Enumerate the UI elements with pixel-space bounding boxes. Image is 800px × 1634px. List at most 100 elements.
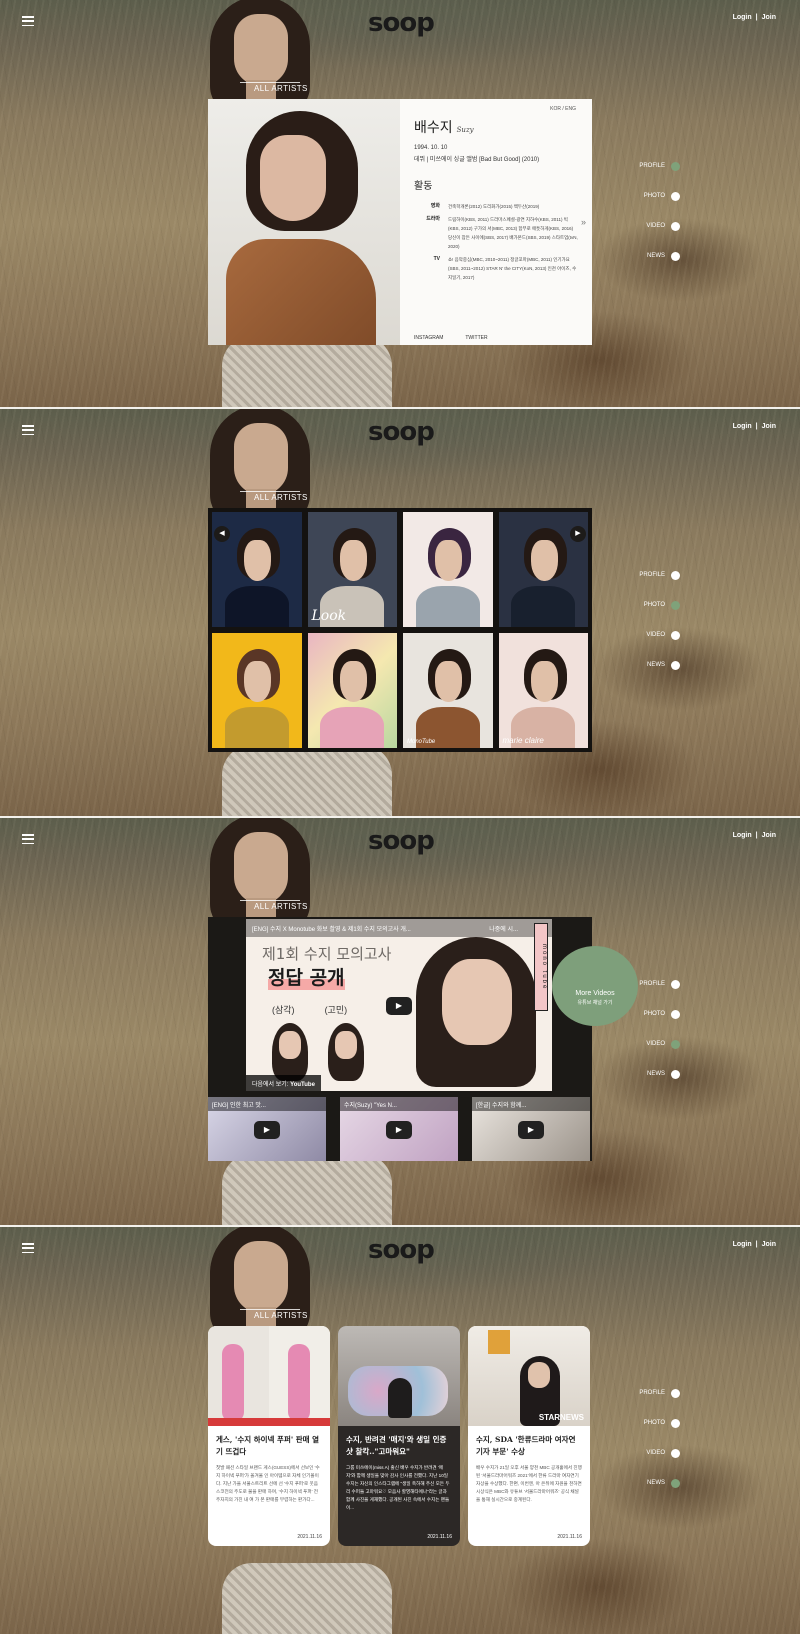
play-icon[interactable]: ▶ [518,1121,544,1139]
auth-links: Login | Join [732,832,776,839]
nav-news[interactable]: NEWS [636,1477,680,1489]
video-title-bar: [ENG] 수지 X Monotube 화보 촬영 & 제1회 수지 모의고사 … [246,919,552,937]
news-image [338,1326,460,1426]
artist-name: 배수지 Suzy [414,120,474,136]
hamburger-icon[interactable] [22,834,34,844]
nav-news[interactable]: NEWS [636,1068,680,1080]
join-link[interactable]: Join [762,832,776,839]
photo-tile[interactable]: MonoTube [403,633,493,748]
site-logo[interactable]: soop [368,419,435,445]
video-headline-highlight: 정답 공개 [268,963,345,990]
play-icon[interactable]: ▶ [386,1121,412,1139]
video-headline: 제1회 수지 모의고사 [262,945,392,963]
all-artists-link[interactable]: ALL ARTISTS [240,82,308,93]
news-date: 2021.11.16 [297,1534,322,1540]
nav-dot-icon [671,161,680,171]
youtube-logo: YouTube [290,1082,315,1088]
nav-profile[interactable]: PROFILE [636,569,680,581]
nav-video[interactable]: VIDEO [636,220,680,232]
nav-dot-icon [671,1069,680,1079]
watch-later[interactable]: 나중에 시... [489,924,518,933]
site-logo[interactable]: soop [368,1237,435,1263]
nav-video[interactable]: VIDEO [636,629,680,641]
hamburger-icon[interactable] [22,16,34,26]
video-title[interactable]: [ENG] 수지 X Monotube 화보 촬영 & 제1회 수지 모의고사 … [252,927,411,933]
play-icon[interactable]: ▶ [386,997,412,1015]
play-icon[interactable]: ▶ [254,1121,280,1139]
video-thumbnail[interactable]: [ENG] 인한 최고 맛... ▶ [208,1097,326,1161]
news-card[interactable]: 수지, 반려견 '매지'와 생일 인증샷 찰칵.."고마워요" 그룹 미쓰에이(… [338,1326,460,1546]
instagram-link[interactable]: INSTAGRAM [414,335,443,341]
news-image [208,1326,330,1426]
nav-dot-icon [671,191,680,201]
prev-arrow-icon[interactable]: ◀ [214,526,230,542]
nav-news[interactable]: NEWS [636,250,680,262]
nav-news[interactable]: NEWS [636,659,680,671]
side-nav: PROFILE PHOTO VIDEO NEWS [636,978,680,1098]
login-link[interactable]: Login [733,832,752,839]
lang-kor[interactable]: KOR [550,106,561,112]
all-artists-link[interactable]: ALL ARTISTS [240,491,308,502]
nav-dot-icon [671,979,680,989]
news-body: 첫발 패션 스타일 브랜드 게스(GUESS)에서 선보인 '수지 하이넥 푸퍼… [216,1465,320,1502]
all-artists-link[interactable]: ALL ARTISTS [240,1309,308,1320]
nav-dot-icon [671,570,680,580]
next-arrow-icon[interactable]: ▶ [570,526,586,542]
monotube-badge: mono tube [534,923,548,1011]
profile-section: soop Login | Join ALL ARTISTS KOR / ENG 배수… [0,0,800,407]
nav-dot-icon [671,630,680,640]
join-link[interactable]: Join [762,1241,776,1248]
next-arrow-icon[interactable]: » [581,217,586,227]
news-date: 2021.11.16 [557,1534,582,1540]
auth-links: Login | Join [732,1241,776,1248]
nav-dot-icon [671,1009,680,1019]
news-card[interactable]: STARNEWS 수지, SDA '한류드라마 여자연기자 부문' 수상 배우 … [468,1326,590,1546]
nav-dot-icon [671,251,680,261]
join-link[interactable]: Join [762,423,776,430]
activity-row-drama: 드라마 드림하이(KBS, 2011) 드라마스페셜-광연 지하수(KBS, 20… [426,216,578,249]
video-thumbnail[interactable]: 수지(Suzy) "Yes N... ▶ [340,1097,458,1161]
profile-card: KOR / ENG 배수지 Suzy 1994. 10. 10 데뷔 | 미쓰에이… [208,99,592,345]
artist-birthdate: 1994. 10. 10 [414,145,448,151]
photo-tile[interactable] [403,512,493,627]
nav-photo[interactable]: PHOTO [636,1008,680,1020]
nav-profile[interactable]: PROFILE [636,160,680,172]
news-body: 배우 수지가 21일 오후 서울 양천 MBC 공개홀에서 진행된 '서울드라마… [476,1465,582,1502]
nav-photo[interactable]: PHOTO [636,1417,680,1429]
side-nav: PROFILE PHOTO VIDEO NEWS [636,569,680,689]
photo-tile[interactable]: Look [307,512,397,627]
nav-photo[interactable]: PHOTO [636,190,680,202]
site-logo[interactable]: soop [368,828,435,854]
hamburger-icon[interactable] [22,1243,34,1253]
nav-profile[interactable]: PROFILE [636,1387,680,1399]
photo-tile[interactable] [307,633,397,748]
news-title: 수지, 반려견 '매지'와 생일 인증샷 찰칵.."고마워요" [346,1435,447,1456]
lang-eng[interactable]: ENG [565,106,576,112]
youtube-watch-bar[interactable]: 다음에서 보기: YouTube [246,1075,321,1091]
nav-dot-icon [671,1418,680,1428]
video-thumbnail[interactable]: [한글] 수지와 함께... ▶ [472,1097,590,1161]
news-image: STARNEWS [468,1326,590,1426]
join-link[interactable]: Join [762,14,776,21]
more-videos-button[interactable]: More Videos 유튜브 채널 가기 [552,946,638,1026]
news-card[interactable]: 게스, '수지 하이넥 푸퍼' 판매 열기 뜨겁다 첫발 패션 스타일 브랜드 … [208,1326,330,1546]
photo-tile[interactable]: marie claire [498,633,588,748]
login-link[interactable]: Login [733,1241,752,1248]
nav-dot-icon [671,221,680,231]
login-link[interactable]: Login [733,423,752,430]
nav-video[interactable]: VIDEO [636,1447,680,1459]
main-video-player[interactable]: [ENG] 수지 X Monotube 화보 촬영 & 제1회 수지 모의고사 … [246,919,552,1091]
side-nav: PROFILE PHOTO VIDEO NEWS [636,160,680,280]
nav-video[interactable]: VIDEO [636,1038,680,1050]
nav-photo[interactable]: PHOTO [636,599,680,611]
twitter-link[interactable]: TWITTER [465,335,487,341]
nav-profile[interactable]: PROFILE [636,978,680,990]
login-link[interactable]: Login [733,14,752,21]
nav-dot-icon [671,660,680,670]
activity-heading: 활동 [414,181,433,192]
site-logo[interactable]: soop [368,10,435,36]
all-artists-link[interactable]: ALL ARTISTS [240,900,308,911]
photo-tile[interactable] [212,633,302,748]
hamburger-icon[interactable] [22,425,34,435]
news-body: 그룹 미쓰에이(miss A) 출신 배우 수지가 반려견 '매지'와 함께 생… [346,1465,450,1510]
